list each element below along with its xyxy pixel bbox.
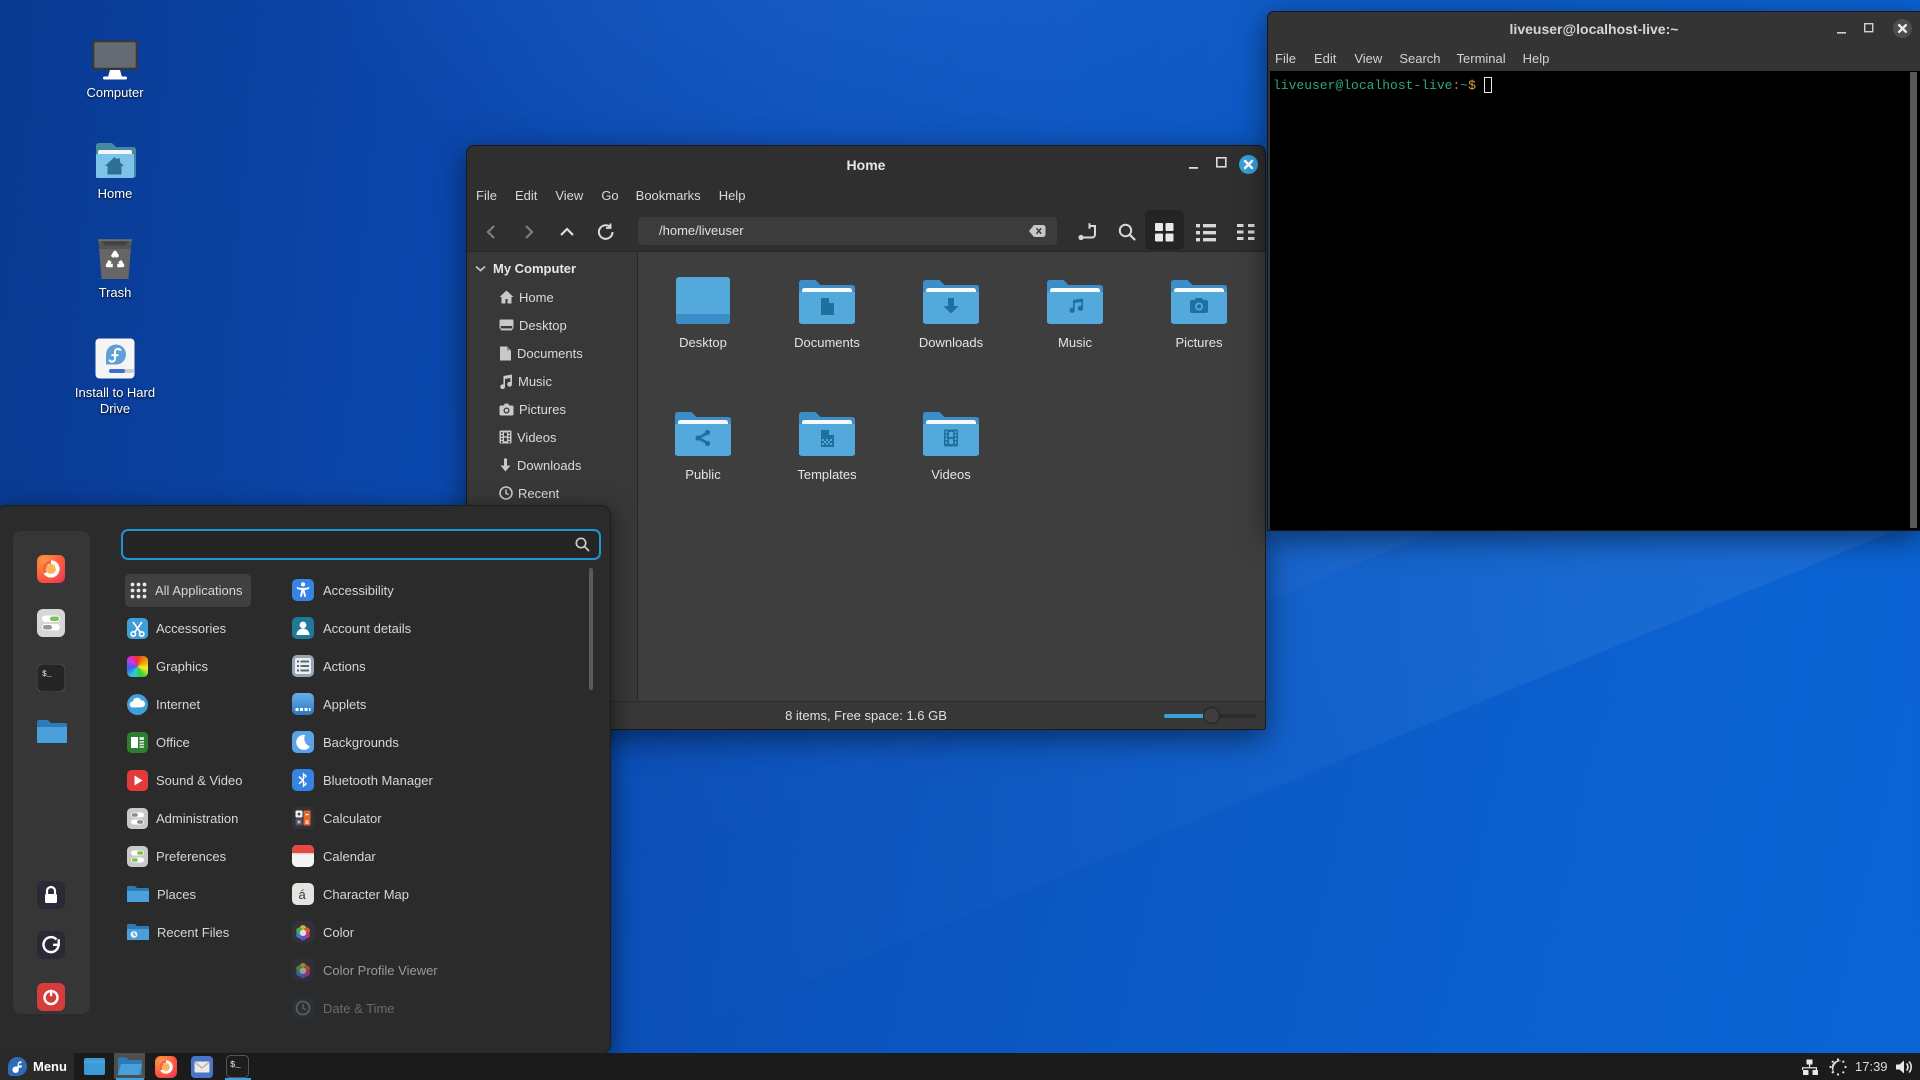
svg-text:$_: $_ bbox=[42, 670, 52, 679]
svg-text:á: á bbox=[299, 887, 307, 902]
svg-text:$_: $_ bbox=[230, 1060, 241, 1070]
